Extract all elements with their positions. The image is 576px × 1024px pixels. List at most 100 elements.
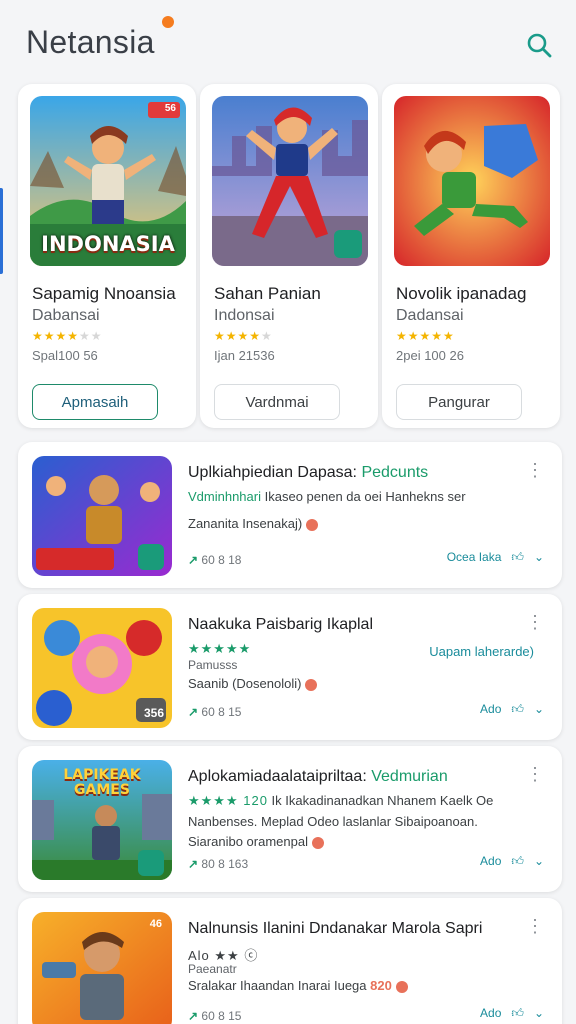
chevron-down-icon[interactable]: ⌄ (534, 854, 544, 868)
thumb-badge: 46 (149, 918, 162, 930)
app-category: Zananita Insenakaj) (188, 516, 528, 531)
card-meta: 2pei 100 26 (396, 348, 464, 363)
status-dot (395, 980, 408, 993)
more-vert-icon[interactable]: ⋮ (526, 764, 544, 785)
app-description: Ikaseo penen da oei Hanhekns ser (264, 489, 466, 504)
card-subtitle: Dabansai (32, 307, 100, 324)
share-icon[interactable]: ↗ (188, 857, 198, 871)
stats-text: 60 8 15 (201, 705, 242, 719)
rating-stars: ★★★★★ (188, 641, 252, 656)
game-art: INDONASIA 56 (30, 96, 186, 266)
list-item[interactable]: LAPIKEAK GAMES Aplokamiadaalataipriltaa:… (18, 746, 562, 892)
list-item[interactable]: Uplkiahpiedian Dapasa: Pedcunts Vdminhnh… (18, 442, 562, 588)
card-action-button[interactable]: Pangurar (396, 384, 522, 420)
rating-stars: ★★★★★ (214, 329, 273, 343)
app-thumbnail: 46 (32, 912, 172, 1024)
game-art (394, 96, 550, 266)
card-meta: Spal100 56 (32, 348, 98, 363)
action-text[interactable]: Ocea Iaka (447, 550, 502, 564)
action-text[interactable]: Ado (480, 1006, 501, 1020)
search-icon[interactable] (524, 30, 554, 60)
stats-text: 60 8 18 (201, 553, 242, 567)
share-icon[interactable]: ↗ (188, 1009, 198, 1023)
app-side-note: Uapam laherarde) (429, 644, 534, 659)
app-title: Naakuka Paisbarig Ikaplal (188, 616, 373, 633)
app-title: Uplkiahpiedian Dapasa: Pedcunts (188, 464, 528, 482)
row-actions: Ado 👍︎ ⌄ (480, 1006, 544, 1021)
app-summary: Vdminhnhari Ikaseo penen da oei Hanhekns… (188, 489, 528, 504)
app-stats: ↗ 60 8 15 (188, 1009, 241, 1023)
rating-stars: Alo ★★ ⓒ (188, 948, 259, 963)
thumbs-up-icon[interactable]: 👍︎ (511, 550, 524, 564)
featured-card[interactable]: INDONASIA 56 Sapamig Nnoansia Dabansai ★… (18, 84, 196, 428)
featured-card[interactable]: Sahan Panian Indonsai ★★★★★ Ijan 21536 V… (200, 84, 378, 428)
list-item[interactable]: 356 Naakuka Paisbarig Ikaplal ★★★★★ Pamu… (18, 594, 562, 740)
chevron-down-icon[interactable]: ⌄ (534, 702, 544, 716)
app-developer: Paeanatr (188, 962, 237, 976)
app-title: Nalnunsis Ilanini Dndanakar Marola Sapri (188, 920, 483, 937)
app-stats: ↗ 80 8 163 (188, 857, 248, 871)
card-action-button[interactable]: Vardnmai (214, 384, 340, 420)
rating-stars: ★★★★★★ (32, 329, 103, 343)
row-actions: Ocea Iaka 👍︎ ⌄ (447, 550, 544, 565)
more-vert-icon[interactable]: ⋮ (526, 916, 544, 937)
app-description: Ik Ikakadinanadkan Nhanem Kaelk Oe (271, 793, 494, 808)
app-title: Netansia (26, 24, 155, 60)
row-actions: Ado 👍︎ ⌄ (480, 702, 544, 717)
app-description-2: Nanbenses. Meplad Odeo laslanlar Sibaipo… (188, 814, 478, 829)
app-price: 820 (370, 978, 392, 993)
chevron-down-icon[interactable]: ⌄ (534, 1006, 544, 1020)
app-title-text: Aplokamiadaalataipriltaa: (188, 768, 367, 785)
list-item[interactable]: 46 Nalnunsis Ilanini Dndanakar Marola Sa… (18, 898, 562, 1024)
art-title: INDONASIA (41, 232, 175, 256)
app-title-text: Uplkiahpiedian Dapasa: (188, 464, 357, 481)
edge-indicator (0, 188, 3, 274)
app-tag: Vedmurian (371, 768, 448, 785)
stats-text: 80 8 163 (201, 857, 249, 871)
app-category-text: Saanib (Dosenololi) (188, 676, 302, 691)
featured-card[interactable]: Novolik ipanadag Dadansai ★★★★★ 2pei 100… (382, 84, 560, 428)
game-art (212, 96, 368, 266)
card-action-button[interactable]: Apmasaih (32, 384, 158, 420)
rating-stars: ★★★★ 120 (188, 793, 268, 808)
more-vert-icon[interactable]: ⋮ (526, 460, 544, 481)
app-title: Aplokamiadaalataipriltaa: Vedmurian (188, 768, 528, 786)
app-developer: Vdminhnhari (188, 489, 261, 504)
status-dot (311, 836, 324, 849)
action-text[interactable]: Ado (480, 854, 501, 868)
app-stats: ↗ 60 8 15 (188, 705, 241, 719)
art-title: LAPIKEAK GAMES (63, 767, 141, 798)
card-title: Sapamig Nnoansia (32, 284, 176, 303)
app-category-text: Sralakar Ihaandan Inarai Iuega (188, 978, 367, 993)
chevron-down-icon[interactable]: ⌄ (534, 550, 544, 564)
status-dot (306, 518, 319, 531)
share-icon[interactable]: ↗ (188, 705, 198, 719)
stats-text: 60 8 15 (201, 1009, 242, 1023)
app-category-text: Siaranibo oramenpal (188, 834, 308, 849)
action-text[interactable]: Ado (480, 702, 501, 716)
row-actions: Ado 👍︎ ⌄ (480, 854, 544, 869)
app-thumbnail: 356 (32, 608, 172, 728)
rating-stars: ★★★★★ (396, 329, 455, 343)
app-category: Saanib (Dosenololi) (188, 676, 528, 691)
app-category: Sralakar Ihaandan Inarai Iuega 820 (188, 978, 528, 993)
app-category-text: Zananita Insenakaj) (188, 516, 303, 531)
more-vert-icon[interactable]: ⋮ (526, 612, 544, 633)
featured-carousel: INDONASIA 56 Sapamig Nnoansia Dabansai ★… (18, 84, 568, 430)
card-title: Novolik ipanadag (396, 284, 527, 303)
thumbs-up-icon[interactable]: 👍︎ (511, 854, 524, 868)
app-thumbnail (32, 456, 172, 576)
thumbs-up-icon[interactable]: 👍︎ (511, 1006, 524, 1020)
app-developer: Pamusss (188, 658, 238, 672)
status-dot (305, 678, 318, 691)
top-app-bar: Netansia (0, 0, 576, 82)
thumbs-up-icon[interactable]: 👍︎ (511, 702, 524, 716)
app-tag: Pedcunts (361, 464, 429, 481)
app-category: Siaranibo oramenpal (188, 834, 528, 849)
notification-dot (162, 16, 174, 28)
thumb-badge: 356 (143, 706, 164, 720)
app-stats: ↗ 60 8 18 (188, 553, 241, 567)
card-subtitle: Dadansai (396, 307, 464, 324)
art-badge: 56 (164, 103, 176, 114)
share-icon[interactable]: ↗ (188, 553, 198, 567)
